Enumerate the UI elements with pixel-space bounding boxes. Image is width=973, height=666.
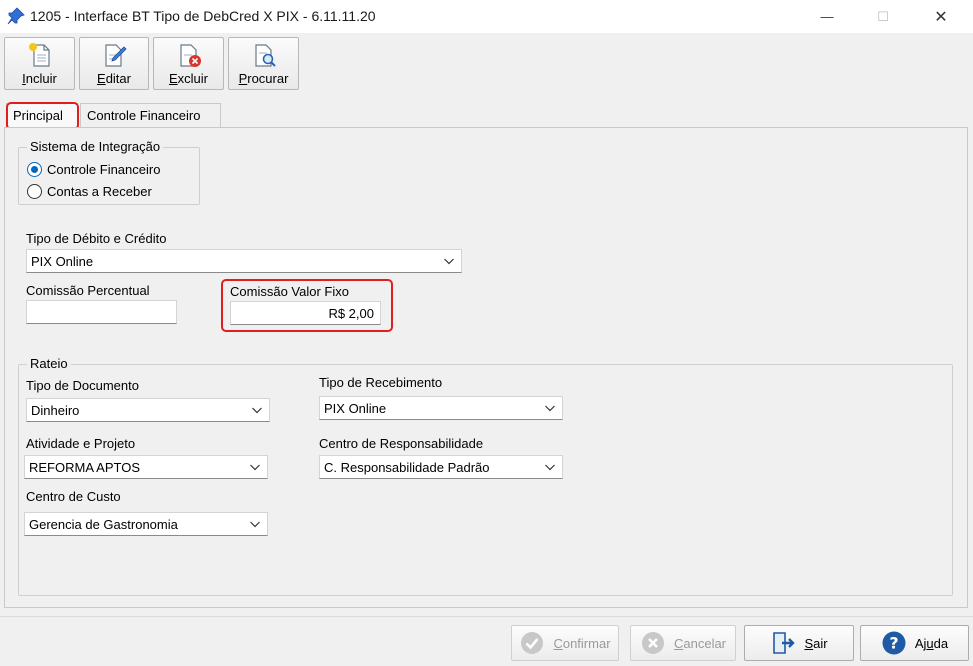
centro-custo-select[interactable]: Gerencia de Gastronomia xyxy=(24,512,268,536)
editar-button[interactable]: Editar xyxy=(79,37,149,90)
tab-controle-financeiro[interactable]: Controle Financeiro xyxy=(80,103,221,127)
tipo-debito-credito-value: PIX Online xyxy=(31,254,94,269)
atividade-projeto-label: Atividade e Projeto xyxy=(26,436,136,451)
search-document-icon xyxy=(254,44,276,67)
sair-button[interactable]: Sair xyxy=(744,625,854,661)
radio-unchecked-icon xyxy=(27,184,42,199)
confirmar-button[interactable]: Confirmar xyxy=(511,625,619,661)
comissao-valor-fixo-input[interactable]: R$ 2,00 xyxy=(230,301,381,325)
atividade-projeto-select[interactable]: REFORMA APTOS xyxy=(24,455,268,479)
minimize-button[interactable]: — xyxy=(804,0,850,33)
maximize-button[interactable]: ☐ xyxy=(860,0,906,33)
rateio-group: Rateio Tipo de Documento Dinheiro Tipo d… xyxy=(18,356,953,596)
x-circle-icon xyxy=(641,632,664,654)
chevron-down-icon xyxy=(545,405,555,412)
exit-door-icon xyxy=(773,632,796,654)
tipo-documento-value: Dinheiro xyxy=(31,403,80,418)
sistema-integracao-group: Sistema de Integração Controle Financeir… xyxy=(18,139,200,205)
chevron-down-icon xyxy=(545,464,555,471)
comissao-percentual-label: Comissão Percentual xyxy=(26,283,150,298)
comissao-percentual-input[interactable] xyxy=(26,300,177,324)
centro-responsabilidade-value: C. Responsabilidade Padrão xyxy=(324,460,490,475)
excluir-button[interactable]: Excluir xyxy=(153,37,224,90)
centro-custo-label: Centro de Custo xyxy=(26,489,121,504)
new-document-icon xyxy=(28,43,50,67)
delete-document-icon xyxy=(179,44,201,67)
atividade-projeto-value: REFORMA APTOS xyxy=(29,460,141,475)
tipo-recebimento-label: Tipo de Recebimento xyxy=(319,375,443,390)
tipo-recebimento-select[interactable]: PIX Online xyxy=(319,396,563,420)
toolbar: Incluir Editar Excluir Procurar xyxy=(0,33,973,93)
help-circle-icon: ? xyxy=(882,631,906,655)
chevron-down-icon xyxy=(252,407,262,414)
tipo-debito-credito-select[interactable]: PIX Online xyxy=(26,249,462,273)
cancelar-button[interactable]: Cancelar xyxy=(630,625,736,661)
radio-label: Contas a Receber xyxy=(47,184,152,199)
tipo-documento-label: Tipo de Documento xyxy=(26,378,139,393)
radio-controle-financeiro[interactable]: Controle Financeiro xyxy=(27,162,160,177)
window-title: 1205 - Interface BT Tipo de DebCred X PI… xyxy=(30,8,376,24)
pushpin-icon xyxy=(7,7,25,25)
chevron-down-icon xyxy=(250,521,260,528)
centro-custo-value: Gerencia de Gastronomia xyxy=(29,517,178,532)
tipo-documento-select[interactable]: Dinheiro xyxy=(26,398,270,422)
edit-document-icon xyxy=(105,44,127,67)
footer-bar: Confirmar Cancelar Sair ? Ajuda xyxy=(0,616,973,666)
close-button[interactable]: ✕ xyxy=(918,0,964,33)
comissao-valor-fixo-label: Comissão Valor Fixo xyxy=(230,284,349,299)
rateio-legend: Rateio xyxy=(27,356,71,371)
procurar-button[interactable]: Procurar xyxy=(228,37,299,90)
check-circle-icon xyxy=(521,632,544,654)
tab-principal[interactable]: Principal xyxy=(6,103,78,127)
chevron-down-icon xyxy=(250,464,260,471)
tab-panel-principal: Sistema de Integração Controle Financeir… xyxy=(4,127,968,608)
radio-contas-a-receber[interactable]: Contas a Receber xyxy=(27,184,152,199)
sistema-integracao-legend: Sistema de Integração xyxy=(27,139,164,154)
radio-label: Controle Financeiro xyxy=(47,162,161,177)
close-icon: ✕ xyxy=(934,8,948,26)
title-bar: 1205 - Interface BT Tipo de DebCred X PI… xyxy=(0,0,973,33)
maximize-icon: ☐ xyxy=(877,8,889,24)
svg-text:?: ? xyxy=(889,634,898,653)
tipo-recebimento-value: PIX Online xyxy=(324,401,387,416)
tipo-debito-credito-label: Tipo de Débito e Crédito xyxy=(26,231,167,246)
incluir-button[interactable]: Incluir xyxy=(4,37,75,90)
radio-checked-icon xyxy=(27,162,42,177)
chevron-down-icon xyxy=(444,258,454,265)
centro-responsabilidade-label: Centro de Responsabilidade xyxy=(319,436,484,451)
ajuda-button[interactable]: ? Ajuda xyxy=(860,625,969,661)
minimize-icon: — xyxy=(820,9,834,24)
centro-responsabilidade-select[interactable]: C. Responsabilidade Padrão xyxy=(319,455,563,479)
